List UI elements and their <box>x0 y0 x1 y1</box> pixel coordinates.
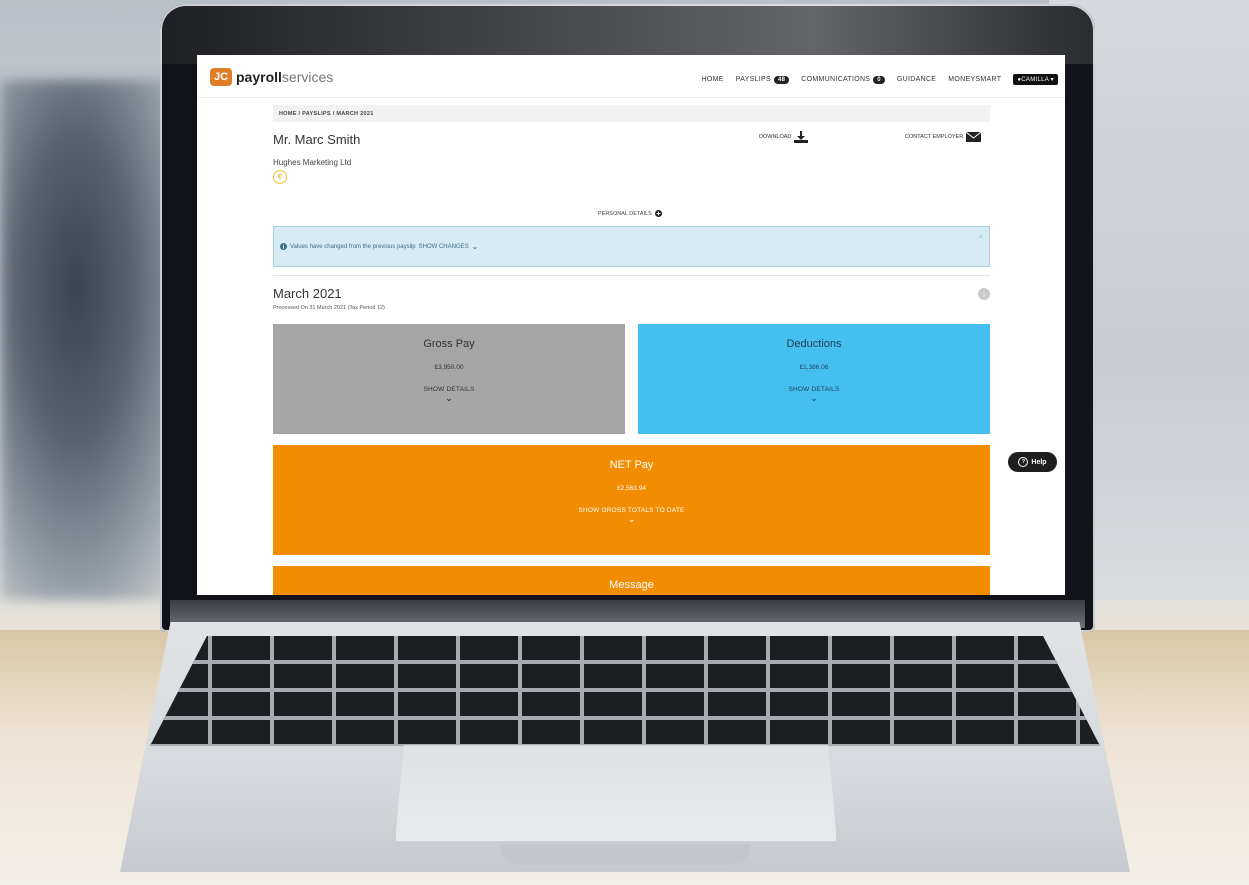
user-menu-label: CAMILLA <box>1021 77 1049 83</box>
chevron-down-icon[interactable]: ⌄ <box>273 515 990 524</box>
chevron-down-icon: ⌄ <box>471 242 479 251</box>
laptop-front-lip <box>500 845 750 865</box>
contact-employer-button[interactable]: CONTACT EMPLOYER <box>905 132 982 142</box>
message-title: Message <box>609 579 654 591</box>
coin-icon: € <box>273 170 287 184</box>
gross-pay-amount: £3,950.00 <box>434 364 464 371</box>
nav-home[interactable]: HOME <box>702 76 724 83</box>
laptop-scene: JC payrollservices HOME PAYSLIPS 48 COMMU… <box>0 0 1249 885</box>
nav-payslips[interactable]: PAYSLIPS 48 <box>735 75 790 84</box>
changes-alert: Values have changed from the previous pa… <box>273 226 990 267</box>
close-icon[interactable]: × <box>979 234 983 241</box>
chevron-down-icon[interactable]: ⌄ <box>638 394 990 403</box>
laptop-keyboard <box>150 636 1100 746</box>
net-pay-title: NET Pay <box>609 459 654 471</box>
message-card: Message <box>273 566 990 595</box>
personal-details-toggle[interactable]: PERSONAL DETAILS <box>598 210 662 217</box>
employee-name: Mr. Marc Smith <box>273 132 361 147</box>
deductions-title: Deductions <box>786 338 842 350</box>
payslip-content: HOME / PAYSLIPS / MARCH 2021 Mr. Marc Sm… <box>273 105 990 595</box>
next-period-button[interactable]: › <box>978 288 990 300</box>
download-icon <box>794 131 809 143</box>
caret-down-icon: ▾ <box>1048 77 1054 83</box>
brand-logo-icon: JC <box>210 68 232 86</box>
info-icon <box>280 243 287 250</box>
laptop-trackpad <box>395 745 837 842</box>
personal-details-label: PERSONAL DETAILS <box>598 210 652 217</box>
alert-text: Values have changed from the previous pa… <box>290 243 416 250</box>
breadcrumb[interactable]: HOME / PAYSLIPS / MARCH 2021 <box>273 105 990 122</box>
envelope-icon <box>966 132 982 142</box>
gross-pay-title: Gross Pay <box>423 338 475 350</box>
nav-moneysmart[interactable]: MONEYSMART <box>948 76 1001 83</box>
nav-guidance-label: GUIDANCE <box>896 76 937 83</box>
nav-guidance[interactable]: GUIDANCE <box>897 76 936 83</box>
show-gross-totals-link[interactable]: SHOW GROSS TOTALS TO DATE <box>273 507 990 514</box>
nav-payslips-label: PAYSLIPS <box>735 76 771 83</box>
brand-name-light: services <box>281 69 334 85</box>
gross-pay-card: Gross Pay £3,950.00 SHOW DETAILS ⌄ <box>273 324 625 434</box>
net-pay-amount: £2,563.94 <box>617 485 646 492</box>
brand-name-bold: payroll <box>236 69 282 85</box>
period-subtitle: Processed On 31 March 2021 (Tax Period 1… <box>273 305 385 311</box>
show-changes-link[interactable]: SHOW CHANGES <box>419 244 469 250</box>
nav-communications[interactable]: COMMUNICATIONS 0 <box>801 75 885 84</box>
deductions-card: Deductions £1,386.06 SHOW DETAILS ⌄ <box>638 324 990 434</box>
gross-show-details-link[interactable]: SHOW DETAILS <box>273 386 625 393</box>
nav-moneysmart-label: MONEYSMART <box>948 76 1002 83</box>
plus-circle-icon <box>654 210 662 217</box>
download-button[interactable]: DOWNLOAD <box>759 131 809 143</box>
help-label: Help <box>1031 458 1047 466</box>
company-name: Hughes Marketing Ltd <box>273 158 352 167</box>
chevron-right-icon: › <box>982 289 986 299</box>
deductions-show-details-link[interactable]: SHOW DETAILS <box>638 386 990 393</box>
top-navbar: JC payrollservices HOME PAYSLIPS 48 COMMU… <box>197 55 1065 98</box>
nav-communications-label: COMMUNICATIONS <box>801 76 871 83</box>
help-button[interactable]: ? Help <box>1008 452 1057 472</box>
net-pay-card: NET Pay £2,563.94 SHOW GROSS TOTALS TO D… <box>273 445 990 555</box>
brand-name: payrollservices <box>236 69 333 85</box>
communications-count-badge: 0 <box>873 75 885 84</box>
chevron-down-icon[interactable]: ⌄ <box>273 394 625 403</box>
section-divider <box>273 275 990 276</box>
download-label: DOWNLOAD <box>759 134 792 140</box>
period-title: March 2021 <box>273 286 342 301</box>
brand-logo[interactable]: JC payrollservices <box>210 68 333 86</box>
nav-links: HOME PAYSLIPS 48 COMMUNICATIONS 0 GUIDANCE… <box>702 74 1058 85</box>
nav-home-label: HOME <box>701 76 724 83</box>
deductions-amount: £1,386.06 <box>799 364 829 371</box>
laptop-screen: JC payrollservices HOME PAYSLIPS 48 COMMU… <box>197 55 1065 595</box>
payslips-count-badge: 48 <box>773 75 790 84</box>
contact-employer-label: CONTACT EMPLOYER <box>905 134 964 140</box>
user-menu-button[interactable]: ●CAMILLA ▾ <box>1013 74 1058 85</box>
question-circle-icon: ? <box>1018 457 1029 467</box>
